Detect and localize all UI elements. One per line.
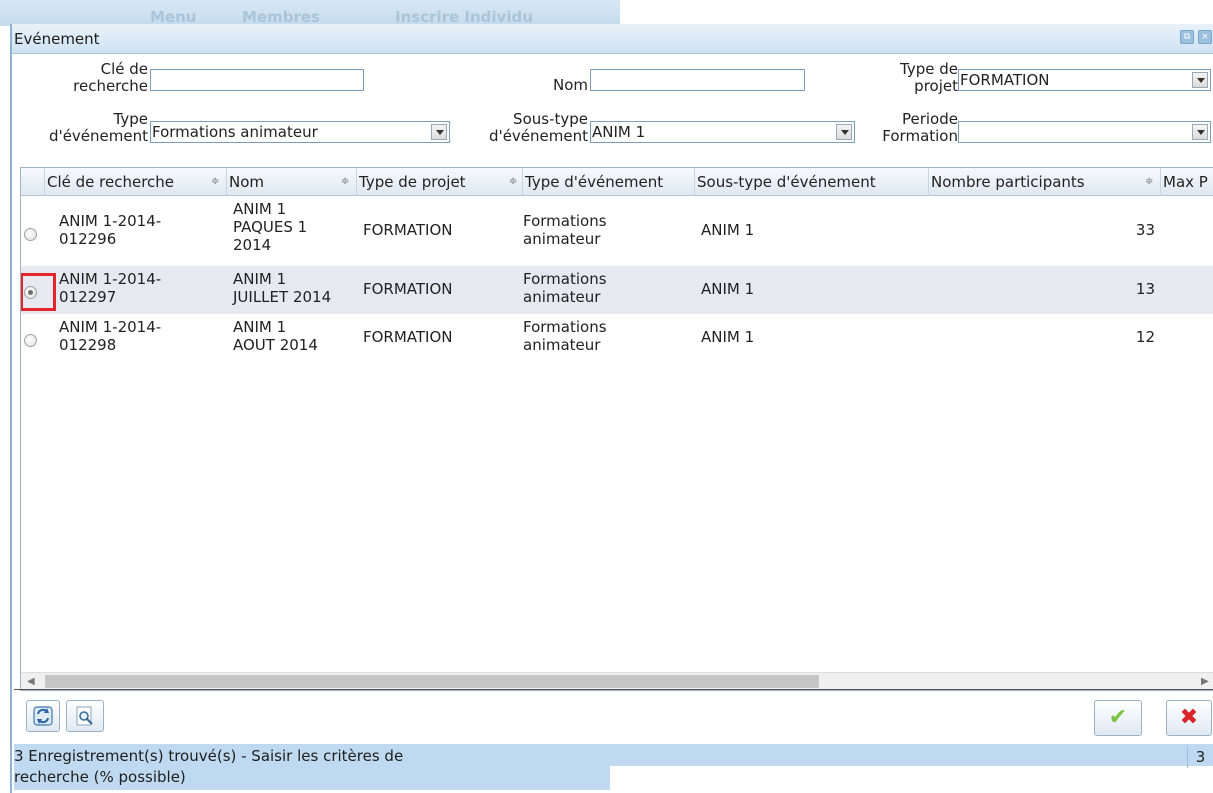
close-icon[interactable]: × xyxy=(1198,30,1212,44)
cell-participants: 12 xyxy=(1135,328,1155,346)
sous-type-label: Sous-type d'événement xyxy=(489,110,588,145)
header-nombre-participants[interactable]: Nombre participants ≑ xyxy=(929,168,1161,196)
nom-label: Nom xyxy=(552,76,588,94)
type-projet-label: Type de projet xyxy=(900,60,958,95)
header-select-column xyxy=(21,168,45,196)
header-cle-recherche[interactable]: Clé de recherche ≑ xyxy=(45,168,227,196)
cell-type-evenement: Formations animateur xyxy=(523,318,607,354)
grid-header: Clé de recherche ≑ Nom ≑ Type de projet ≑ T… xyxy=(21,168,1213,196)
cancel-icon: ✖ xyxy=(1179,705,1199,730)
header-type-projet[interactable]: Type de projet ≑ xyxy=(357,168,523,196)
horizontal-scrollbar[interactable]: ◀ ▶ xyxy=(21,672,1213,690)
refresh-button[interactable] xyxy=(26,700,60,732)
sous-type-select[interactable]: ANIM 1 xyxy=(590,121,855,143)
events-grid: Clé de recherche ≑ Nom ≑ Type de projet ≑ T… xyxy=(20,167,1213,691)
chevron-down-icon[interactable] xyxy=(1192,124,1208,140)
cancel-button[interactable]: ✖ xyxy=(1166,700,1212,736)
restore-icon[interactable]: ⧉ xyxy=(1180,30,1194,44)
scroll-left-icon[interactable]: ◀ xyxy=(27,676,35,687)
sort-icon[interactable]: ≑ xyxy=(1145,168,1153,196)
sort-icon[interactable]: ≑ xyxy=(509,168,517,196)
record-count: 3 xyxy=(1187,746,1213,768)
type-projet-value: FORMATION xyxy=(960,71,1050,89)
status-message: 3 Enregistrement(s) trouvé(s) - Saisir l… xyxy=(14,747,404,786)
magnifier-icon xyxy=(76,706,93,726)
dialog-titlebar: Evénement ⧉ × xyxy=(12,24,1213,54)
sous-type-value: ANIM 1 xyxy=(592,123,646,141)
selection-highlight-box xyxy=(21,273,56,311)
cell-cle: ANIM 1-2014- 012298 xyxy=(59,318,162,354)
cell-nom: ANIM 1 AOUT 2014 xyxy=(233,318,318,354)
table-row[interactable]: ANIM 1-2014- 012296 ANIM 1 PAQUES 1 2014 FO… xyxy=(21,198,1213,266)
cell-type-projet: FORMATION xyxy=(363,221,453,239)
cle-recherche-input[interactable] xyxy=(150,69,364,91)
search-button[interactable] xyxy=(66,700,104,732)
row-radio[interactable] xyxy=(24,228,37,241)
cell-participants: 13 xyxy=(1135,280,1155,298)
cell-type-projet: FORMATION xyxy=(363,328,453,346)
scroll-right-icon[interactable]: ▶ xyxy=(1201,676,1209,687)
header-nom[interactable]: Nom ≑ xyxy=(227,168,357,196)
row-radio[interactable] xyxy=(24,334,37,347)
header-max-participants[interactable]: Max P xyxy=(1161,168,1213,196)
header-sous-type-evenement[interactable]: Sous-type d'événement xyxy=(695,168,929,196)
scrollbar-thumb[interactable] xyxy=(45,675,819,688)
periode-formation-select[interactable] xyxy=(958,121,1211,143)
sort-icon[interactable]: ≑ xyxy=(341,168,349,196)
sort-icon[interactable]: ≑ xyxy=(211,168,219,196)
cell-nom: ANIM 1 PAQUES 1 2014 xyxy=(233,200,308,254)
chevron-down-icon[interactable] xyxy=(1192,72,1208,88)
background-tab-strip: Menu Membres Inscrire Individu xyxy=(0,0,620,26)
cell-participants: 33 xyxy=(1135,221,1155,239)
table-row[interactable]: ANIM 1-2014- 012297 ANIM 1 JUILLET 2014 FO… xyxy=(21,266,1213,314)
chevron-down-icon[interactable] xyxy=(836,124,852,140)
type-evenement-select[interactable]: Formations animateur xyxy=(150,121,450,143)
checkmark-icon: ✔ xyxy=(1108,705,1128,730)
chevron-down-icon[interactable] xyxy=(431,124,447,140)
type-evenement-value: Formations animateur xyxy=(152,123,318,141)
event-dialog: Evénement ⧉ × Clé de recherche Nom Type d… xyxy=(10,24,1213,793)
cell-cle: ANIM 1-2014- 012296 xyxy=(59,212,162,248)
dialog-title: Evénement xyxy=(14,30,100,48)
confirm-button[interactable]: ✔ xyxy=(1094,700,1142,736)
refresh-icon xyxy=(33,706,53,726)
cle-label: Clé de recherche xyxy=(73,60,148,95)
cell-type-evenement: Formations animateur xyxy=(523,270,607,306)
cell-nom: ANIM 1 JUILLET 2014 xyxy=(233,270,332,306)
table-row[interactable]: ANIM 1-2014- 012298 ANIM 1 AOUT 2014 FORMA… xyxy=(21,314,1213,364)
cell-cle: ANIM 1-2014- 012297 xyxy=(59,270,162,306)
cell-type-projet: FORMATION xyxy=(363,280,453,298)
cell-sous-type: ANIM 1 xyxy=(701,328,755,346)
cell-sous-type: ANIM 1 xyxy=(701,221,755,239)
cell-sous-type: ANIM 1 xyxy=(701,280,755,298)
periode-formation-label: Periode Formation xyxy=(882,110,958,145)
header-type-evenement[interactable]: Type d'événement xyxy=(523,168,695,196)
type-projet-select[interactable]: FORMATION xyxy=(958,69,1211,91)
cell-type-evenement: Formations animateur xyxy=(523,212,607,248)
type-evenement-label: Type d'événement xyxy=(49,110,148,145)
nom-input[interactable] xyxy=(590,69,805,91)
toolbar-divider xyxy=(14,689,1213,690)
